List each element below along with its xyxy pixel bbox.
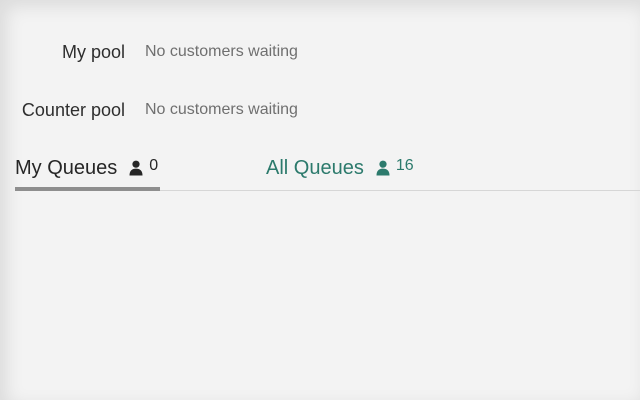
- counter-pool-row: Counter pool No customers waiting: [0, 98, 298, 122]
- my-queues-count: 0: [149, 157, 159, 174]
- queue-tabs: My Queues 0 All Queues 16: [15, 150, 640, 191]
- queue-panel: My pool No customers waiting Counter poo…: [0, 0, 640, 400]
- my-pool-row: My pool No customers waiting: [0, 40, 298, 64]
- my-pool-status: No customers waiting: [145, 43, 298, 60]
- tab-all-queues[interactable]: All Queues 16: [266, 150, 426, 190]
- my-pool-label: My pool: [61, 41, 125, 62]
- counter-pool-label: Counter pool: [21, 99, 125, 120]
- person-icon: [376, 160, 390, 176]
- person-icon: [129, 160, 143, 176]
- all-queues-count: 16: [395, 157, 414, 174]
- counter-pool-status: No customers waiting: [145, 101, 298, 118]
- tab-all-queues-label: All Queues: [266, 157, 364, 179]
- tab-my-queues[interactable]: My Queues 0: [15, 150, 160, 190]
- active-tab-indicator: [15, 187, 160, 191]
- tab-my-queues-label: My Queues: [15, 157, 118, 179]
